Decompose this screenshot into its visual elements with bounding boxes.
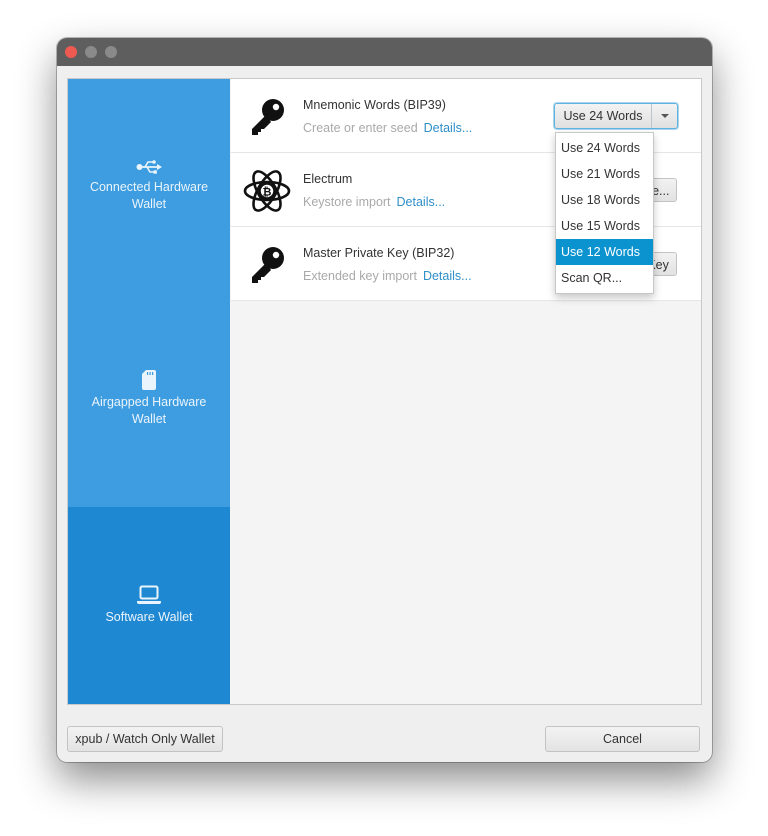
menu-item-use-24-words[interactable]: Use 24 Words [556, 135, 653, 161]
option-subtitle: Create or enter seed [303, 121, 418, 135]
electrum-bitcoin-icon: ₿ [243, 170, 291, 212]
menu-item-use-21-words[interactable]: Use 21 Words [556, 161, 653, 187]
details-link[interactable]: Details... [424, 121, 473, 135]
sidebar-item-label: Airgapped Hardware Wallet [91, 395, 207, 426]
option-subtitle: Keystore import [303, 195, 391, 209]
sd-card-icon [142, 370, 156, 390]
close-window-button[interactable] [65, 46, 77, 58]
sidebar-item-software-wallet[interactable]: Software Wallet [68, 507, 230, 704]
import-panel: Connected Hardware Wallet Airgapped Hard… [67, 78, 702, 705]
chevron-down-icon [660, 114, 669, 118]
details-link[interactable]: Details... [423, 269, 472, 283]
sidebar-item-airgapped-hardware[interactable]: Airgapped Hardware Wallet [68, 293, 230, 507]
svg-text:₿: ₿ [263, 186, 272, 199]
word-count-split-button: Use 24 Words [554, 103, 678, 129]
word-count-dropdown-toggle[interactable] [651, 104, 677, 128]
menu-item-use-18-words[interactable]: Use 18 Words [556, 187, 653, 213]
wallet-type-sidebar: Connected Hardware Wallet Airgapped Hard… [68, 79, 230, 704]
cancel-button[interactable]: Cancel [545, 726, 700, 752]
zoom-window-button[interactable] [105, 46, 117, 58]
menu-item-use-15-words[interactable]: Use 15 Words [556, 213, 653, 239]
word-count-menu: Use 24 Words Use 21 Words Use 18 Words U… [555, 132, 654, 294]
option-title: Electrum [303, 172, 353, 186]
key-icon [252, 247, 284, 283]
option-subtitle: Extended key import [303, 269, 417, 283]
watch-only-wallet-button[interactable]: xpub / Watch Only Wallet [67, 726, 223, 752]
sidebar-item-label: Software Wallet [105, 610, 193, 624]
laptop-icon [137, 585, 161, 604]
usb-icon [136, 160, 162, 174]
use-words-button[interactable]: Use 24 Words [555, 104, 651, 128]
option-title: Master Private Key (BIP32) [303, 246, 455, 260]
menu-item-scan-qr[interactable]: Scan QR... [556, 265, 653, 291]
menu-item-use-12-words[interactable]: Use 12 Words [556, 239, 653, 265]
minimize-window-button[interactable] [85, 46, 97, 58]
option-title: Mnemonic Words (BIP39) [303, 98, 446, 112]
key-icon [252, 99, 284, 135]
wallet-import-dialog: Connected Hardware Wallet Airgapped Hard… [57, 38, 712, 762]
sidebar-item-label: Connected Hardware Wallet [89, 180, 209, 211]
details-link[interactable]: Details... [397, 195, 446, 209]
title-bar [57, 38, 712, 66]
import-options-list: Mnemonic Words (BIP39) Create or enter s… [231, 79, 701, 704]
sidebar-item-connected-hardware[interactable]: Connected Hardware Wallet [68, 79, 230, 293]
